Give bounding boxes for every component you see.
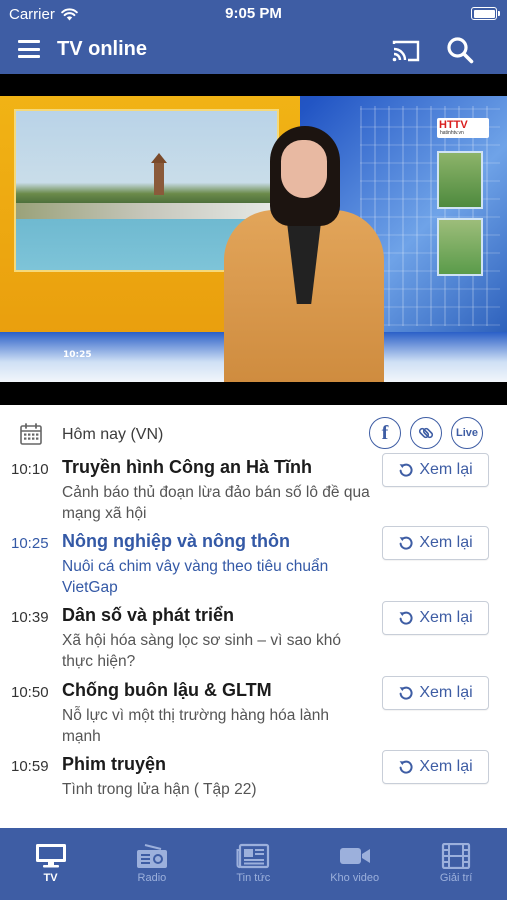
program-description: Xã hội hóa sàng lọc sơ sinh – vì sao khó… [62,632,341,670]
page-title: TV online [57,38,147,60]
news-anchor [224,126,384,382]
search-icon[interactable] [446,36,474,64]
facebook-share-button[interactable]: f [369,417,401,449]
program-time: 10:50 [11,684,49,701]
program-time: 10:59 [11,758,49,775]
tab-label: TV [43,872,58,884]
battery-icon [471,7,500,20]
channel-logo: HTTV hatinhtv.vn [437,118,489,138]
program-row[interactable]: 10:39 Dân số và phát triển Xã hội hóa sàng… [0,601,507,677]
tab-newspaper[interactable]: Tin tức [203,828,304,900]
replay-icon [399,686,413,700]
film-icon [439,842,473,870]
program-time: 10:25 [11,535,49,552]
program-time: 10:39 [11,609,49,626]
replay-button[interactable]: Xem lại [382,526,489,560]
program-row[interactable]: 10:10 Truyền hình Công an Hà Tĩnh Cảnh báo… [0,453,507,529]
link-icon [418,427,434,439]
top-bar: Carrier 9:05 PM TV online [0,0,507,74]
tab-tv[interactable]: TV [0,828,101,900]
program-description: Cảnh báo thủ đoạn lừa đảo bán số lô đề q… [62,484,370,522]
program-title: Truyền hình Công an Hà Tĩnh [62,457,312,477]
app-header: TV online [0,28,507,74]
replay-label: Xem lại [419,758,473,775]
tab-video-camera[interactable]: Kho video [304,828,405,900]
replay-label: Xem lại [419,534,473,551]
tab-label: Radio [137,872,167,884]
radio-icon [135,843,169,869]
cast-icon[interactable] [391,39,421,63]
facebook-icon: f [381,421,389,444]
tab-label: Kho video [330,872,380,884]
program-title: Chống buôn lậu & GLTM [62,680,272,700]
program-row[interactable]: 10:59 Phim truyện Tình trong lửa hận ( Tập… [0,750,507,826]
status-time: 9:05 PM [225,5,282,22]
hamburger-menu-icon[interactable] [18,40,40,58]
program-title: Phim truyện [62,754,167,774]
replay-icon [399,463,413,477]
video-camera-icon [338,843,372,869]
program-time: 10:10 [11,461,49,478]
video-timestamp: 10:25 [63,350,92,360]
program-row[interactable]: 10:50 Chống buôn lậu & GLTM Nỗ lực vì một … [0,676,507,752]
program-description: Nỗ lực vì một thị trường hàng hóa lành m… [62,707,329,745]
replay-button[interactable]: Xem lại [382,601,489,635]
video-frame: HTTV hatinhtv.vn 10:25 [0,96,507,382]
tv-icon [34,843,68,869]
program-schedule: Hôm nay (VN) f Live 10:10 Truyền hình Côn… [0,405,507,828]
replay-label: Xem lại [419,609,473,626]
replay-button[interactable]: Xem lại [382,676,489,710]
bottom-tab-bar: TV Radio Tin tức Kho video Giải trí [0,828,507,900]
replay-label: Xem lại [419,461,473,478]
program-title: Dân số và phát triển [62,605,235,625]
video-player[interactable]: HTTV hatinhtv.vn 10:25 [0,74,507,405]
program-row[interactable]: 10:25 Nông nghiệp và nông thôn Nuôi cá chi… [0,526,507,603]
status-bar: Carrier 9:05 PM [0,0,507,28]
tab-label: Giải trí [439,872,473,884]
program-description: Nuôi cá chim vây vàng theo tiêu chuẩn Vi… [62,558,329,596]
program-title: Nông nghiệp và nông thôn [62,531,290,551]
replay-button[interactable]: Xem lại [382,750,489,784]
replay-icon [399,760,413,774]
tab-radio[interactable]: Radio [101,828,202,900]
replay-button[interactable]: Xem lại [382,453,489,487]
program-description: Tình trong lửa hận ( Tập 22) [62,781,257,798]
newspaper-icon [236,843,270,869]
tab-film[interactable]: Giải trí [406,828,507,900]
studio-side-panel [437,151,483,209]
schedule-date-label: Hôm nay (VN) [62,426,164,443]
live-button[interactable]: Live [451,417,483,449]
replay-icon [399,611,413,625]
calendar-icon [20,423,42,445]
replay-label: Xem lại [419,684,473,701]
studio-side-panel [437,218,483,276]
replay-icon [399,536,413,550]
tab-label: Tin tức [236,872,271,884]
copy-link-button[interactable] [410,417,442,449]
schedule-date-row: Hôm nay (VN) f Live [0,415,507,455]
